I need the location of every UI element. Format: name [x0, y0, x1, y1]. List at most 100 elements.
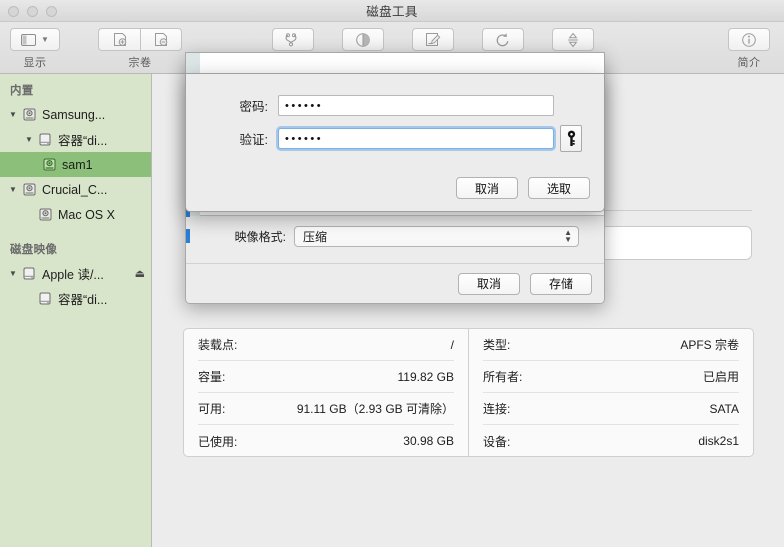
info-row-capacity: 容量: 119.82 GB	[198, 361, 454, 393]
disclosure-triangle-icon[interactable]: ▼	[6, 110, 20, 119]
password-value: ••••••	[285, 99, 324, 112]
window-title: 磁盘工具	[366, 5, 418, 19]
save-dialog-footer: 取消 存储	[186, 263, 604, 303]
volume-green-icon	[40, 158, 58, 171]
toolbar-label-info: 简介	[737, 57, 761, 69]
volume-add-button[interactable]	[98, 28, 140, 51]
info-value: disk2s1	[698, 434, 739, 448]
password-dialog-footer: 取消 选取	[456, 177, 590, 199]
sidebar-item-mac-os-x[interactable]: Mac OS X	[0, 202, 151, 227]
password-assistant-button[interactable]	[560, 125, 582, 152]
info-key: 设备:	[483, 434, 511, 449]
sidebar-item-apple-disk-image[interactable]: ▼ Apple 读/... ⏏	[0, 261, 151, 286]
toolbar-group-volume: 宗卷	[98, 28, 182, 70]
toolbar-label-view: 显示	[23, 57, 47, 69]
first-aid-button[interactable]	[272, 28, 314, 51]
sidebar-item-label: 容器“di...	[58, 293, 108, 307]
external-drive-icon	[20, 108, 38, 121]
sidebar-icon	[21, 33, 37, 46]
image-format-select[interactable]: 压缩 ▲ ▼	[294, 225, 579, 247]
info-value: /	[450, 337, 454, 352]
save-confirm-button[interactable]: 存储	[530, 272, 592, 295]
close-button[interactable]	[8, 6, 19, 17]
traffic-lights	[8, 6, 57, 17]
info-value: APFS 宗卷	[680, 338, 739, 352]
info-row-mountpoint: 装载点: /	[198, 329, 454, 361]
sidebar-item-sam1[interactable]: sam1	[0, 152, 151, 177]
disclosure-triangle-icon[interactable]: ▼	[6, 269, 20, 278]
sidebar-item-crucial[interactable]: ▼ Crucial_C...	[0, 177, 151, 202]
verify-value: ••••••	[285, 132, 324, 145]
disk-image-icon	[36, 292, 54, 305]
chevron-down-icon: ▼	[41, 35, 49, 44]
info-value: 91.11 GB（2.93 GB 可清除）	[296, 402, 454, 416]
info-value: 119.82 GB	[397, 369, 454, 384]
restore-button[interactable]	[482, 28, 524, 51]
erase-button[interactable]	[412, 28, 454, 51]
disk-image-icon	[20, 267, 38, 280]
volume-remove-icon	[155, 33, 168, 46]
sidebar-item-container-di-1[interactable]: ▼ 容器“di...	[0, 127, 151, 152]
sidebar-item-label: Samsung...	[42, 107, 106, 122]
sidebar-item-label: Mac OS X	[58, 207, 115, 222]
info-key: 可用:	[198, 402, 226, 416]
info-key: 容量:	[198, 370, 226, 384]
toolbar-group-view: ▼ 显示	[10, 28, 60, 70]
sidebar-item-samsung[interactable]: ▼ Samsung...	[0, 102, 151, 127]
password-cancel-button[interactable]: 取消	[456, 177, 518, 199]
erase-icon	[426, 33, 441, 46]
info-value: 30.98 GB	[403, 434, 454, 448]
sidebar-section-header-diskimages: 磁盘映像	[10, 244, 58, 256]
sidebar-item-label: 容器“di...	[58, 134, 108, 148]
password-dialog: 密码: •••••• 验证: •••••• 取消 选取	[185, 73, 605, 212]
volume-remove-button[interactable]	[140, 28, 182, 51]
password-row: 密码: ••••••	[186, 95, 582, 116]
verify-row: 验证: ••••••	[186, 125, 606, 152]
info-panel-right: 类型: APFS 宗卷 所有者: 已启用 连接: SATA 设备: disk2s…	[468, 328, 754, 457]
sidebar-item-label: sam1	[62, 157, 93, 172]
info-row-available: 可用: 91.11 GB（2.93 GB 可清除）	[198, 393, 454, 425]
volume-add-icon	[113, 33, 126, 46]
minimize-button[interactable]	[27, 6, 38, 17]
save-cancel-button[interactable]: 取消	[458, 272, 520, 295]
password-input[interactable]: ••••••	[278, 95, 554, 116]
image-format-row: 映像格式: 压缩 ▲ ▼	[186, 221, 604, 251]
info-row-used: 已使用: 30.98 GB	[198, 425, 454, 457]
restore-icon	[496, 32, 509, 46]
sidebar-item-label: Apple 读/...	[42, 268, 104, 282]
external-drive-icon	[20, 183, 38, 196]
info-value: SATA	[709, 401, 739, 416]
verify-label: 验证:	[239, 133, 268, 147]
key-icon	[567, 130, 575, 146]
sidebar-item-container-di-2[interactable]: 容器“di...	[0, 286, 151, 311]
disclosure-triangle-icon[interactable]: ▼	[22, 135, 36, 144]
info-key: 所有者:	[483, 370, 523, 384]
info-row-type: 类型: APFS 宗卷	[483, 329, 739, 361]
info-button[interactable]	[728, 28, 770, 51]
info-key: 类型:	[483, 338, 511, 352]
sidebar[interactable]: 内置 ▼ Samsung... ▼ 容器“di... sam1 ▼ Crucia…	[0, 74, 152, 547]
info-key: 装载点:	[198, 338, 238, 352]
password-label: 密码:	[239, 100, 268, 114]
disclosure-triangle-icon[interactable]: ▼	[6, 185, 20, 194]
info-value: 已启用	[702, 370, 739, 384]
disk-utility-window: 磁盘工具 ▼ 显示 宗卷 简介 内置 ▼ Samsung... ▼ 容器“di.…	[0, 0, 784, 547]
image-format-value: 压缩	[303, 229, 328, 244]
partition-icon	[356, 32, 370, 47]
unmount-icon	[568, 32, 578, 47]
password-choose-button[interactable]: 选取	[528, 177, 590, 199]
unmount-button[interactable]	[552, 28, 594, 51]
window-titlebar: 磁盘工具	[0, 0, 784, 22]
info-panel-left: 装载点: / 容量: 119.82 GB 可用: 91.11 GB（2.93 G…	[183, 328, 468, 457]
verify-input[interactable]: ••••••	[278, 128, 554, 149]
info-row-connection: 连接: SATA	[483, 393, 739, 425]
partition-button[interactable]	[342, 28, 384, 51]
info-key: 连接:	[483, 402, 511, 416]
zoom-button[interactable]	[46, 6, 57, 17]
info-key: 已使用:	[198, 434, 238, 449]
toolbar-group-info: 简介	[728, 28, 770, 70]
info-row-owner: 所有者: 已启用	[483, 361, 739, 393]
view-button[interactable]: ▼	[10, 28, 60, 51]
eject-icon[interactable]: ⏏	[135, 267, 145, 280]
info-icon	[742, 32, 756, 47]
